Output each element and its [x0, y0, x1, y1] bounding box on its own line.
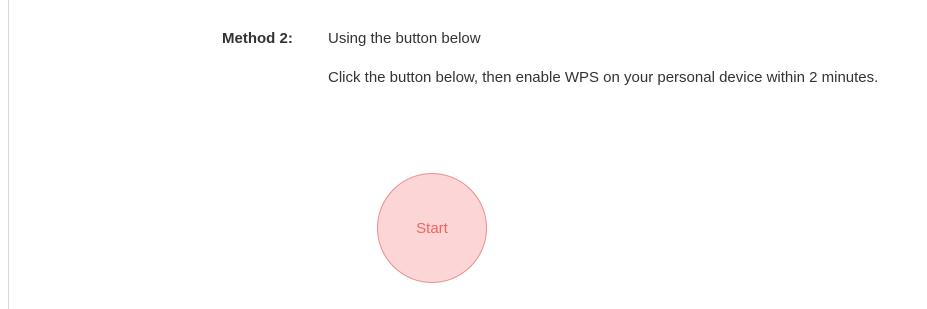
method-title: Using the button below [328, 30, 481, 47]
start-button[interactable]: Start [377, 173, 487, 283]
method-description: Click the button below, then enable WPS … [328, 69, 879, 86]
start-button-label: Start [416, 219, 448, 237]
method-label: Method 2: [222, 30, 293, 47]
